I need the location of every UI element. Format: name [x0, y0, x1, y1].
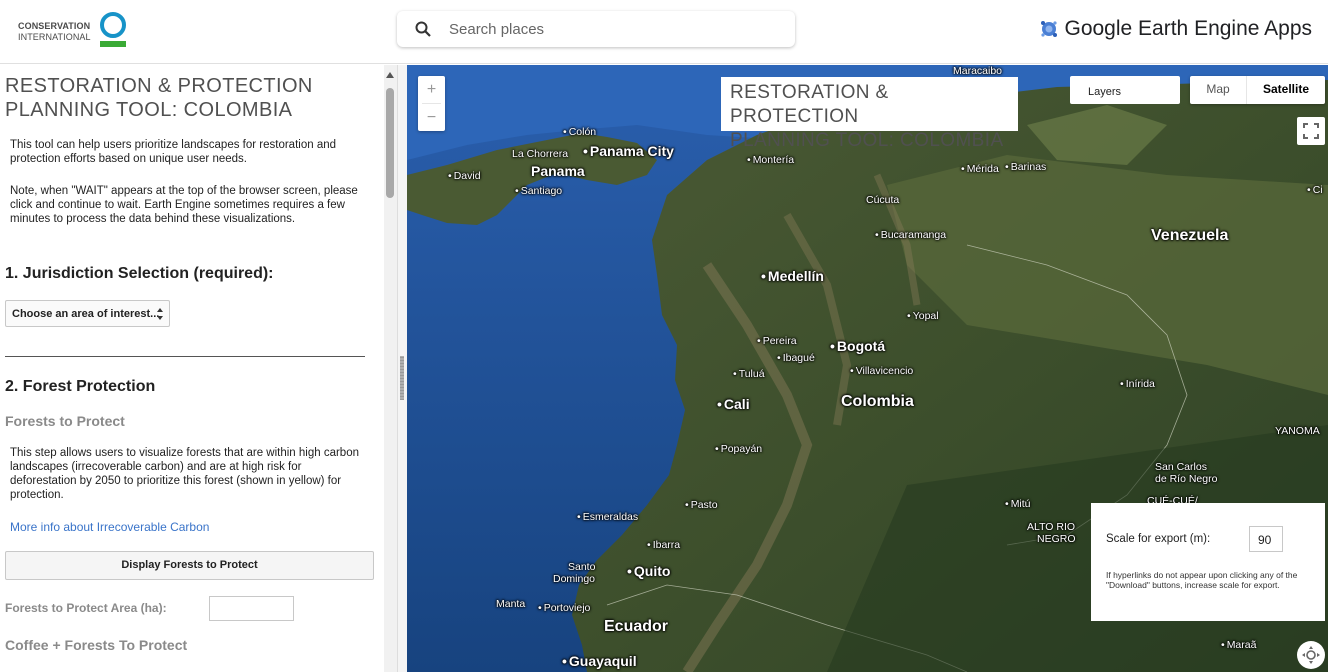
place-label: Tuluá: [733, 368, 765, 380]
place-label: Cali: [717, 396, 750, 412]
logo-ring-icon: [100, 12, 126, 38]
place-label: Pasto: [685, 499, 718, 511]
export-note: If hyperlinks do not appear upon clickin…: [1106, 570, 1298, 590]
place-label: Domingo: [553, 573, 596, 585]
area-label: Forests to Protect Area (ha):: [5, 601, 167, 615]
panel-title-line2: PLANNING TOOL: COLOMBIA: [5, 99, 293, 121]
map-type-satellite-button[interactable]: Satellite: [1247, 76, 1325, 104]
search-input[interactable]: [449, 17, 779, 41]
place-label: Medellín: [761, 268, 824, 284]
panel-title-line1: RESTORATION & PROTECTION: [5, 75, 313, 97]
more-info-link[interactable]: More info about Irrecoverable Carbon: [10, 520, 209, 534]
place-label: Ibagué: [777, 352, 815, 364]
display-forests-button[interactable]: Display Forests to Protect: [5, 551, 374, 580]
place-label: Manta: [496, 598, 526, 610]
coffee-subheading: Coffee + Forests To Protect: [5, 637, 188, 653]
place-label: Villavicencio: [850, 365, 914, 377]
fullscreen-button[interactable]: [1297, 117, 1325, 145]
app-header: CONSERVATION INTERNATIONAL Google Earth …: [0, 0, 1328, 64]
app-brand-title: Google Earth Engine Apps: [1064, 17, 1312, 40]
logo-text: CONSERVATION INTERNATIONAL: [18, 21, 91, 43]
place-label: de Río Negro: [1155, 473, 1218, 485]
zoom-in-button[interactable]: +: [418, 76, 445, 103]
place-label: Esmeraldas: [577, 511, 638, 523]
place-label: Yopal: [907, 310, 939, 322]
map-title-line1: RESTORATION & PROTECTION: [730, 82, 889, 127]
map-title-line2: PLANNING TOOL: COLOMBIA: [730, 130, 1004, 151]
place-label: Portoviejo: [538, 602, 591, 614]
jurisdiction-select-value: Choose an area of interest...: [12, 308, 160, 320]
place-label: Santo: [568, 561, 596, 573]
satellite-map[interactable]: Maracaibo Colón La Chorrera Panama City …: [407, 65, 1328, 672]
place-label: Cúcuta: [866, 194, 900, 206]
place-label: Ci: [1307, 184, 1323, 196]
camera-control-icon: [1302, 646, 1320, 664]
section-divider: [5, 356, 365, 357]
forests-description: This step allows users to visualize fore…: [10, 447, 359, 501]
search-box: [397, 11, 795, 47]
place-label: Santiago: [515, 185, 562, 197]
place-label: Montería: [747, 154, 794, 166]
logo-line1: CONSERVATION: [18, 21, 91, 31]
export-scale-panel: Scale for export (m): 90 If hyperlinks d…: [1091, 503, 1325, 621]
place-label: Panama: [531, 163, 585, 179]
side-panel: RESTORATION & PROTECTION PLANNING TOOL: …: [0, 65, 385, 672]
place-label: Maracaibo: [953, 65, 1003, 77]
place-label: Ibarra: [647, 539, 680, 551]
place-label: Mérida: [961, 163, 999, 175]
place-label: NEGRO: [1037, 533, 1076, 545]
place-label: Colombia: [841, 393, 914, 410]
conservation-international-logo[interactable]: CONSERVATION INTERNATIONAL: [18, 12, 130, 50]
zoom-out-button[interactable]: −: [418, 104, 445, 131]
logo-bar-icon: [100, 41, 126, 47]
map-type-toggle: Map Satellite: [1190, 76, 1325, 104]
place-label: La Chorrera: [512, 148, 569, 160]
place-label: Popayán: [715, 443, 762, 455]
layers-dropdown[interactable]: Layers: [1070, 76, 1180, 104]
jurisdiction-select[interactable]: Choose an area of interest...: [5, 300, 170, 327]
place-label: ALTO RIO: [1027, 521, 1076, 533]
place-label: Mitú: [1005, 498, 1031, 510]
select-arrows-icon: [157, 308, 163, 320]
place-label: Ecuador: [604, 618, 669, 635]
map-title-overlay: RESTORATION & PROTECTION PLANNING TOOL: …: [721, 77, 1018, 151]
splitter-grip-icon[interactable]: [400, 356, 404, 400]
section1-heading: 1. Jurisdiction Selection (required):: [5, 265, 274, 282]
place-label: Bucaramanga: [875, 229, 946, 241]
forests-subheading: Forests to Protect: [5, 413, 125, 429]
export-scale-label: Scale for export (m):: [1106, 533, 1211, 545]
area-output-field[interactable]: [209, 596, 294, 621]
place-label: Colón: [563, 126, 596, 138]
earth-engine-brand[interactable]: Google Earth Engine Apps: [1040, 16, 1312, 42]
fullscreen-icon: [1303, 123, 1319, 139]
place-label: Panama City: [583, 143, 674, 159]
place-label: Bogotá: [830, 338, 885, 354]
map-type-map-button[interactable]: Map: [1190, 76, 1247, 104]
search-icon[interactable]: [415, 21, 431, 37]
place-label: Barinas: [1005, 161, 1047, 173]
place-label: David: [448, 170, 481, 182]
camera-control-button[interactable]: [1297, 641, 1325, 669]
place-label: Guayaquil: [562, 653, 637, 669]
place-label: Inírida: [1120, 378, 1155, 390]
intro-text: This tool can help users prioritize land…: [10, 139, 337, 165]
section2-heading: 2. Forest Protection: [5, 378, 156, 395]
note-text: Note, when "WAIT" appears at the top of …: [10, 185, 358, 225]
earth-engine-icon: [1041, 21, 1058, 37]
logo-line2: INTERNATIONAL: [18, 32, 91, 42]
place-label: Pereira: [757, 335, 797, 347]
place-label: San Carlos: [1155, 461, 1207, 473]
zoom-control: + −: [418, 76, 445, 131]
panel-scroll-thumb[interactable]: [386, 88, 394, 198]
place-label: Venezuela: [1151, 227, 1229, 244]
place-label: Maraã: [1221, 639, 1257, 651]
scroll-up-icon[interactable]: [386, 72, 394, 78]
export-scale-input[interactable]: 90: [1249, 526, 1283, 552]
place-label: YANOMA: [1275, 425, 1320, 437]
place-label: Quito: [627, 563, 671, 579]
panel-title: RESTORATION & PROTECTION PLANNING TOOL: …: [5, 74, 313, 122]
